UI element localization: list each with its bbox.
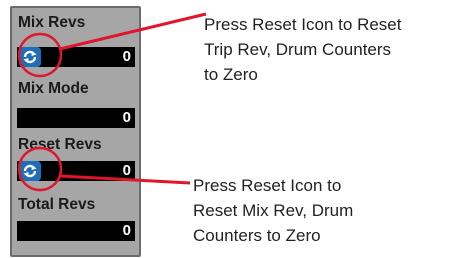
callout-bottom: Press Reset Icon to Reset Mix Rev, Drum … <box>193 173 353 248</box>
highlight-circle-top <box>17 32 63 78</box>
callout-top-line-1: Press Reset Icon to Reset <box>204 15 402 34</box>
callout-bottom-line-3: Counters to Zero <box>193 226 321 245</box>
callout-top-line-3: to Zero <box>204 65 258 84</box>
callout-bottom-line-1: Press Reset Icon to <box>193 176 342 195</box>
callout-line-top <box>59 12 207 51</box>
highlight-circle-bottom <box>17 146 63 192</box>
callout-top: Press Reset Icon to Reset Trip Rev, Drum… <box>204 12 401 87</box>
callout-line-bottom <box>59 174 191 185</box>
callout-top-line-2: Trip Rev, Drum Counters <box>204 40 392 59</box>
callout-bottom-line-2: Reset Mix Rev, Drum <box>193 201 354 220</box>
